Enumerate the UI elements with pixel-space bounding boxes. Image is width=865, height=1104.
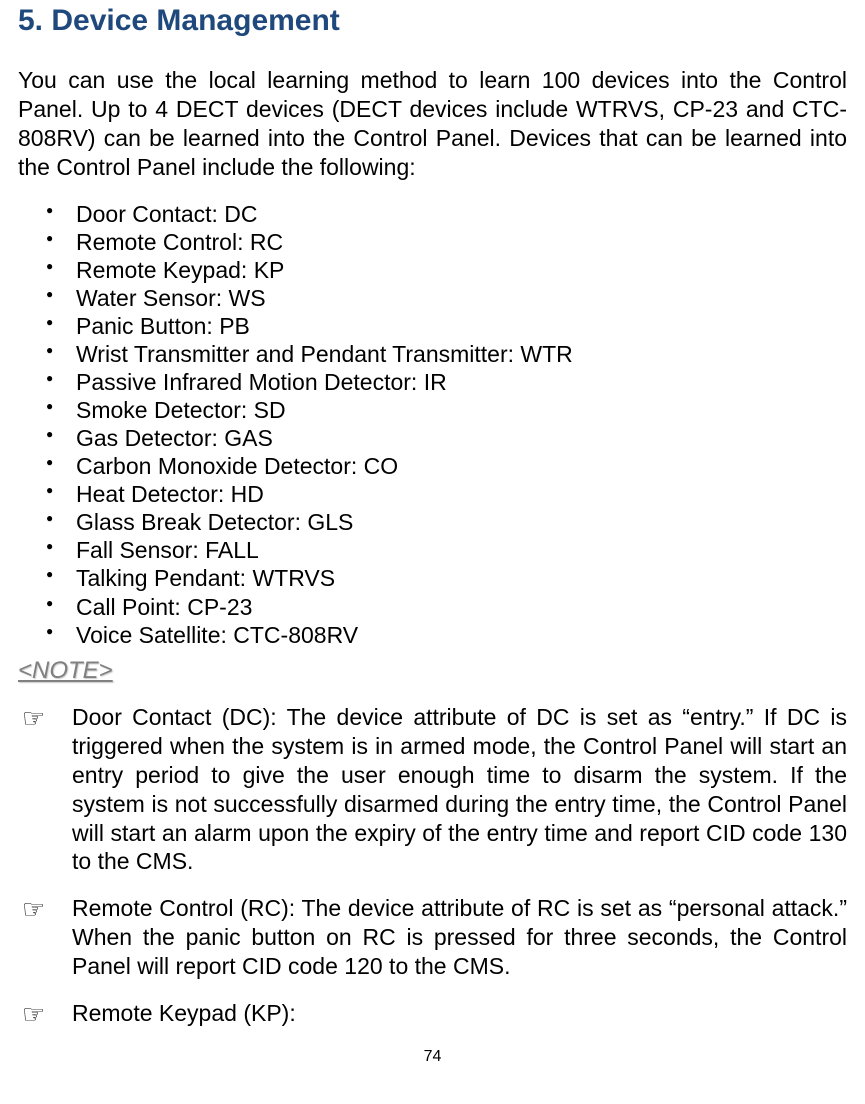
list-item: Panic Button: PB [46,312,847,340]
list-item: Fall Sensor: FALL [46,536,847,564]
section-heading: 5. Device Management [18,4,847,38]
list-item: Water Sensor: WS [46,284,847,312]
pointer-icon: ☞ [18,703,72,877]
list-item: Smoke Detector: SD [46,396,847,424]
pointer-icon: ☞ [18,999,72,1030]
note-text: Remote Keypad (KP): [72,999,847,1030]
pointer-icon: ☞ [18,894,72,981]
list-item: Carbon Monoxide Detector: CO [46,452,847,480]
list-item: Passive Infrared Motion Detector: IR [46,368,847,396]
intro-paragraph: You can use the local learning method to… [18,66,847,182]
list-item: Talking Pendant: WTRVS [46,564,847,592]
list-item: Remote Keypad: KP [46,256,847,284]
note-label: <NOTE> [18,657,847,685]
note-item: ☞ Door Contact (DC): The device attribut… [18,703,847,877]
list-item: Remote Control: RC [46,228,847,256]
list-item: Voice Satellite: CTC-808RV [46,621,847,649]
list-item: Gas Detector: GAS [46,424,847,452]
list-item: Door Contact: DC [46,200,847,228]
list-item: Heat Detector: HD [46,480,847,508]
note-text: Remote Control (RC): The device attribut… [72,894,847,981]
device-list: Door Contact: DC Remote Control: RC Remo… [46,200,847,649]
list-item: Wrist Transmitter and Pendant Transmitte… [46,340,847,368]
note-item: ☞ Remote Control (RC): The device attrib… [18,894,847,981]
note-text: Door Contact (DC): The device attribute … [72,703,847,877]
page-number: 74 [18,1048,847,1066]
list-item: Glass Break Detector: GLS [46,508,847,536]
note-item: ☞ Remote Keypad (KP): [18,999,847,1030]
list-item: Call Point: CP-23 [46,593,847,621]
